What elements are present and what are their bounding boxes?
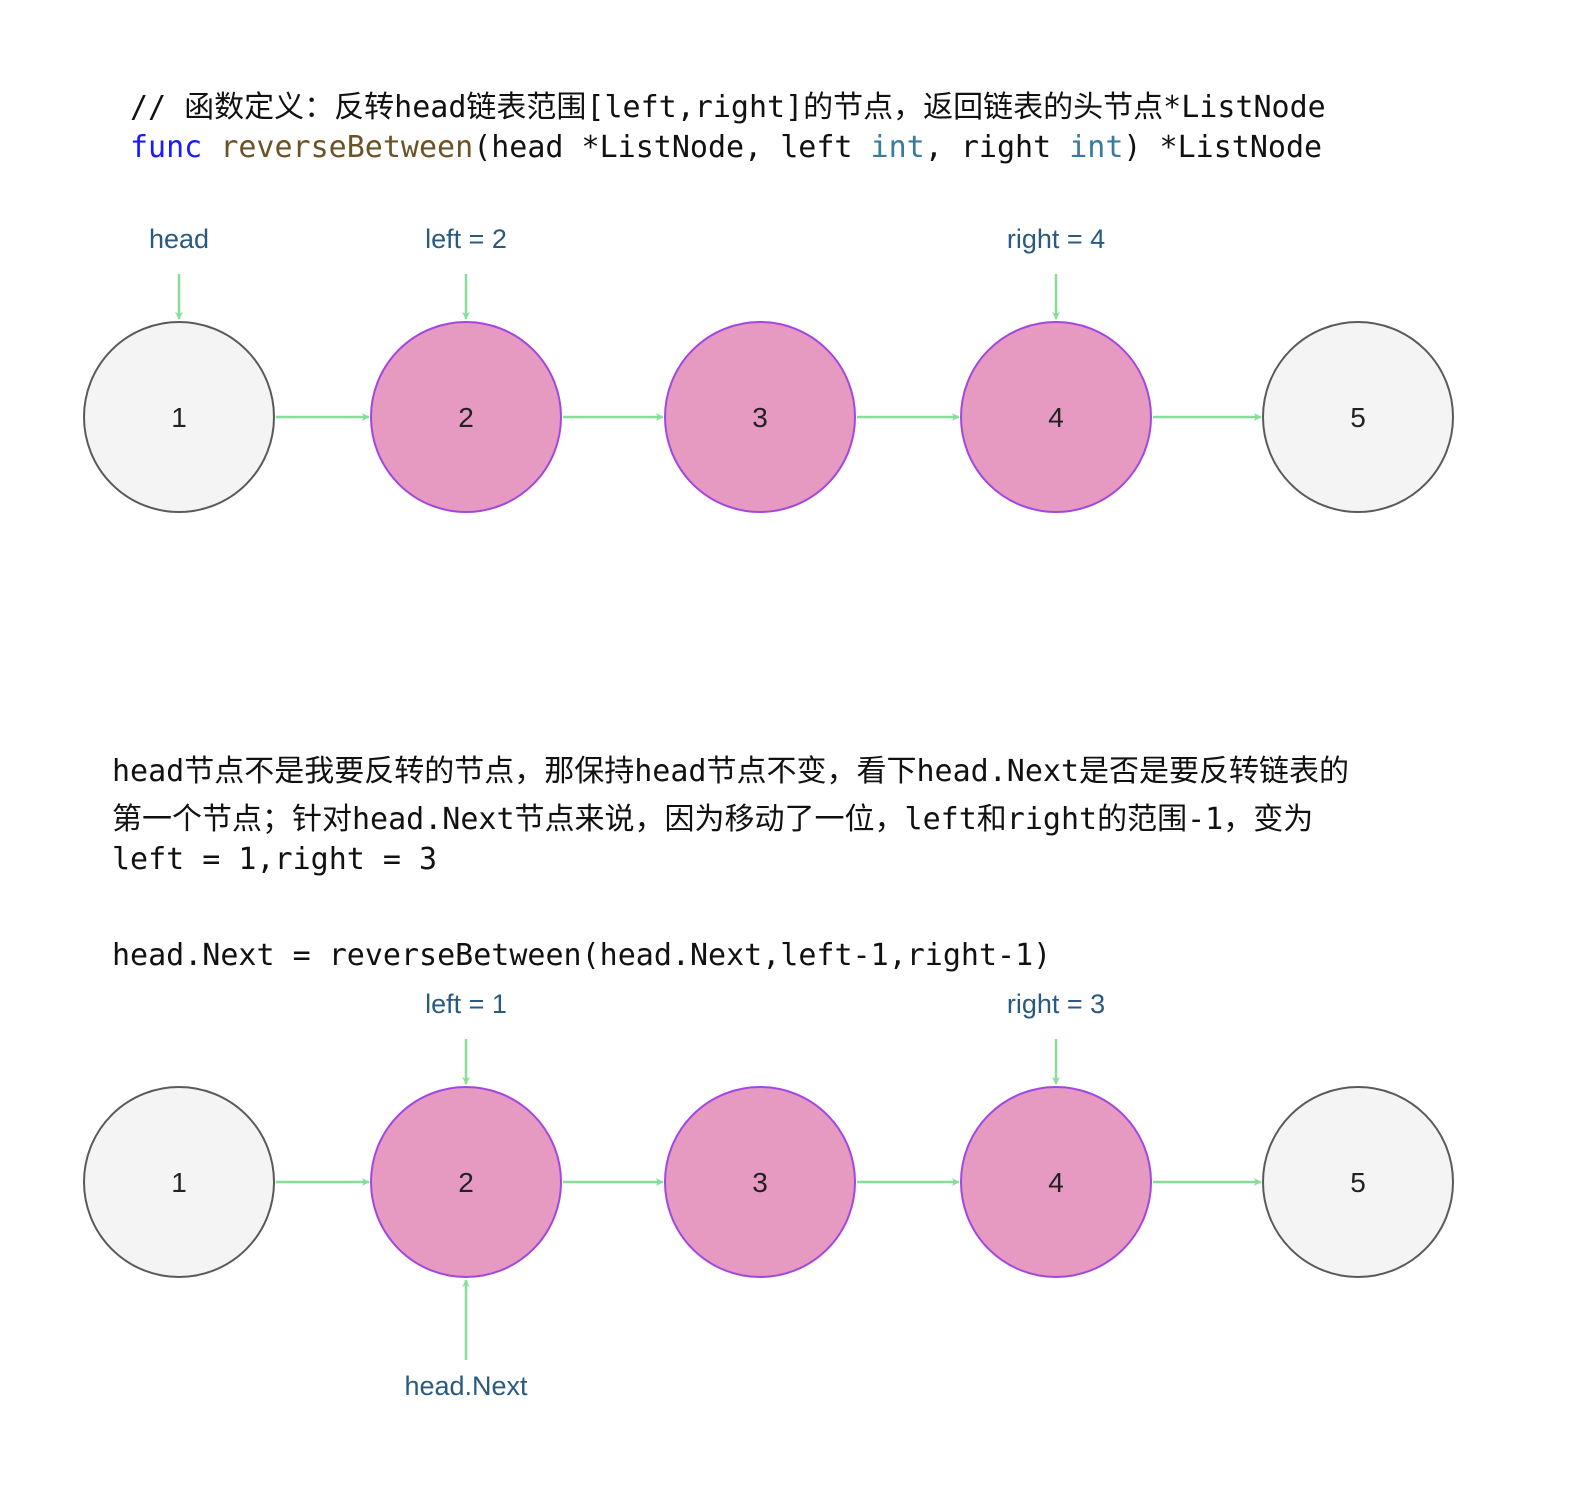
diagram1-node-label-1: 1 bbox=[171, 402, 187, 433]
diagram2-bottom-pointer-label: head.Next bbox=[404, 1371, 528, 1401]
diagram2-pointer-label-1: right = 3 bbox=[1007, 989, 1105, 1019]
diagram1-pointer-label-1: left = 2 bbox=[425, 224, 507, 254]
diagram2-node-label-5: 5 bbox=[1350, 1167, 1366, 1198]
diagram1-node-label-3: 3 bbox=[752, 402, 768, 433]
linked-list-diagrams: 1 2 3 4 5 head left = 2 right = 4 1 2 3 4 5 left = 1… bbox=[83, 224, 1454, 1401]
diagram2-node-label-2: 2 bbox=[458, 1167, 474, 1198]
diagram2-node-label-3: 3 bbox=[752, 1167, 768, 1198]
diagram2-node-label-1: 1 bbox=[171, 1167, 187, 1198]
diagram1-pointer-label-0: head bbox=[149, 224, 209, 254]
diagram1-node-label-4: 4 bbox=[1048, 402, 1064, 433]
diagram2-pointer-label-0: left = 1 bbox=[425, 989, 507, 1019]
canvas: // 函数定义：反转head链表范围[left,right]的节点，返回链表的头… bbox=[0, 0, 1574, 1490]
diagram-2: 1 2 3 4 5 left = 1 right = 3 head.Next bbox=[83, 989, 1454, 1401]
diagram-1: 1 2 3 4 5 head left = 2 right = 4 bbox=[83, 224, 1454, 513]
diagram1-pointer-label-2: right = 4 bbox=[1007, 224, 1105, 254]
diagram2-node-label-4: 4 bbox=[1048, 1167, 1064, 1198]
diagram1-node-label-2: 2 bbox=[458, 402, 474, 433]
diagram1-node-label-5: 5 bbox=[1350, 402, 1366, 433]
